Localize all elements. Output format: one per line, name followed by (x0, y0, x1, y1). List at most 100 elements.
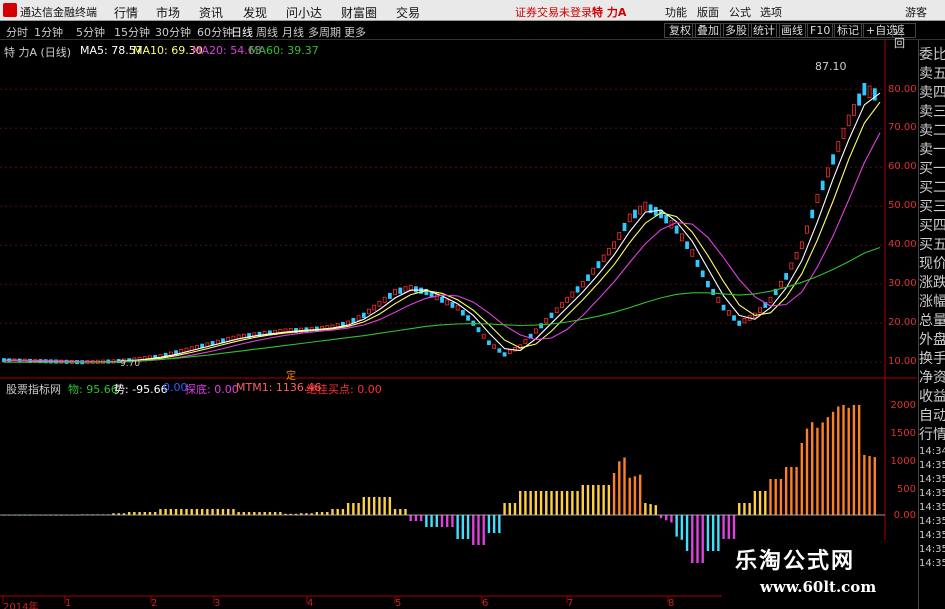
indicator-value-f: 绝佳买点: 0.00 (306, 383, 382, 396)
sidebar-item[interactable]: 14:35 (919, 543, 945, 557)
sidebar-item[interactable]: 14:35 (919, 487, 945, 501)
x-tick: 4 (307, 598, 314, 609)
candle (768, 296, 773, 303)
event-marker[interactable]: 定 (286, 367, 296, 382)
indicator-bar (576, 491, 579, 515)
indicator-bar (404, 509, 407, 515)
candle (862, 83, 867, 96)
sidebar-item[interactable]: 卖三 (919, 103, 945, 122)
indicator-bar (346, 503, 350, 515)
candle (617, 232, 622, 241)
indicator-bar (127, 512, 131, 515)
indicator-bar (628, 477, 631, 515)
price-tick: 60.00 (888, 161, 917, 172)
ind-tick: 2000 (890, 400, 916, 411)
indicator-value-b: 势: -95.66 (114, 383, 168, 396)
watermark-url: www.60lt.com (760, 578, 877, 596)
sidebar-item[interactable]: 14:35 (919, 529, 945, 543)
ma5-line (3, 92, 881, 363)
sidebar-item[interactable]: 14:35 (919, 557, 945, 571)
candle (638, 205, 643, 215)
candle (351, 317, 356, 324)
candle (361, 312, 366, 319)
indicator-bar (492, 515, 496, 533)
candle (487, 340, 491, 345)
sidebar-item[interactable]: 卖五 (919, 65, 945, 84)
sidebar-item[interactable]: 14:35 (919, 459, 945, 473)
indicator-bar (357, 503, 360, 515)
indicator-bar (477, 515, 480, 545)
sidebar-item[interactable]: 买三 (919, 198, 945, 217)
sidebar-item[interactable]: 涨跌 (919, 274, 945, 293)
indicator-bar (451, 515, 454, 527)
indicator-bar (466, 515, 470, 539)
indicator-bar (200, 509, 204, 515)
sidebar-item[interactable]: 行情 (919, 426, 945, 445)
indicator-bar (133, 512, 136, 515)
price-tick: 50.00 (888, 200, 917, 211)
indicator-value-a: 物: 95.66 (68, 383, 118, 396)
sidebar-item[interactable]: 买五 (919, 236, 945, 255)
sidebar-item[interactable]: 外盘 (919, 331, 945, 350)
indicator-bar (592, 485, 595, 515)
sidebar-item[interactable]: 现价 (919, 255, 945, 274)
indicator-bar (190, 509, 193, 515)
indicator-bar (696, 515, 699, 563)
sidebar-item[interactable]: 总量 (919, 312, 945, 331)
candle (440, 296, 444, 303)
kline-chart[interactable] (0, 0, 945, 609)
sidebar-item[interactable]: 收益 (919, 388, 945, 407)
sidebar-item[interactable]: 14:35 (919, 501, 945, 515)
indicator-name[interactable]: 股票指标网 (6, 381, 61, 397)
indicator-bar (555, 491, 558, 515)
candle (387, 292, 392, 299)
indicator-bar (498, 515, 501, 533)
sidebar-item[interactable]: 买四 (919, 217, 945, 236)
indicator-bar (419, 515, 423, 521)
candle (372, 304, 377, 311)
sidebar-item[interactable]: 14:35 (919, 515, 945, 529)
indicator-bar (253, 512, 256, 515)
indicator-bar (352, 503, 355, 515)
sidebar-item[interactable]: 14:34 (919, 445, 945, 459)
candle (523, 339, 528, 344)
candle (674, 225, 679, 234)
sidebar-item[interactable]: 买一 (919, 160, 945, 179)
price-tick: 80.00 (888, 84, 917, 95)
candle (700, 270, 705, 278)
indicator-bar (221, 509, 225, 515)
indicator-bar (164, 509, 167, 515)
sidebar-item[interactable]: 自动 (919, 407, 945, 426)
candle (367, 308, 371, 315)
sidebar-item[interactable]: 卖一 (919, 141, 945, 160)
indicator-bar (185, 509, 188, 515)
candle (805, 225, 809, 234)
sidebar-item[interactable]: 换手 (919, 350, 945, 369)
sidebar-item[interactable]: 卖四 (919, 84, 945, 103)
candle (867, 85, 872, 98)
candle (403, 286, 408, 293)
indicator-bar (753, 491, 757, 515)
indicator-bar (831, 411, 835, 515)
sidebar-item[interactable]: 涨幅 (919, 293, 945, 312)
candle (591, 267, 596, 275)
candle (549, 312, 554, 319)
indicator-bar (779, 479, 783, 515)
indicator-bar (263, 512, 266, 515)
candle (679, 233, 684, 242)
indicator-bar (727, 515, 730, 539)
candle (836, 141, 841, 152)
indicator-bar (722, 515, 725, 539)
candle (586, 274, 590, 281)
ind-tick: 1500 (890, 428, 916, 439)
sidebar-item[interactable]: 委比 (919, 46, 945, 65)
sidebar-item[interactable]: 买二 (919, 179, 945, 198)
quote-sidebar[interactable]: 委比 卖五 卖四 卖三 卖二 卖一 买一 买二 买三 买四 买五 现价 涨跌 涨幅 总量 外盘 换手 净资 收益 自动… (918, 40, 945, 609)
indicator-bar (373, 497, 376, 515)
indicator-bar (227, 509, 230, 515)
sidebar-item[interactable]: 卖二 (919, 122, 945, 141)
sidebar-item[interactable]: 14:35 (919, 473, 945, 487)
sidebar-item[interactable]: 净资 (919, 369, 945, 388)
indicator-bar (795, 467, 798, 515)
ind-tick: 0.00 (893, 510, 916, 521)
